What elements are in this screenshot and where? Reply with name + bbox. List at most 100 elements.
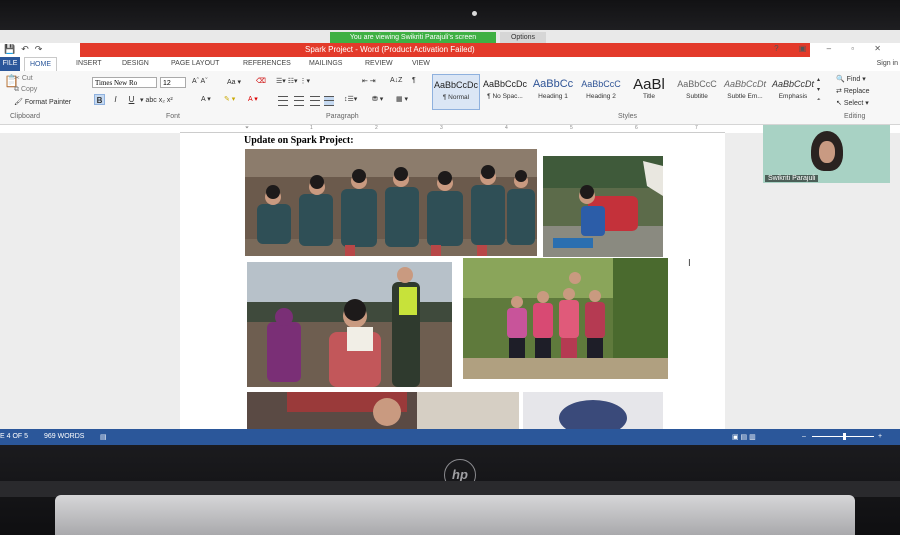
paragraph-group-label: Paragraph	[326, 113, 359, 120]
style-label: Heading 1	[538, 93, 568, 100]
tab-home[interactable]: HOME	[24, 57, 57, 71]
style-label: ¶ Normal	[442, 94, 470, 101]
participant-name: Swikriti Parajuli	[765, 175, 819, 182]
shading-icon[interactable]: ⛃ ▾	[372, 95, 383, 103]
format-painter-label: Format Painter	[24, 99, 72, 106]
quick-access-toolbar[interactable]: 💾↶↷	[4, 44, 48, 55]
screen-share-message: You are viewing Swikriti Parajuli's scre…	[330, 32, 496, 43]
photo-partial-bottom-right[interactable]	[523, 392, 663, 429]
cut-button[interactable]: ✂ Cut	[14, 74, 33, 82]
zoom-out-button[interactable]: –	[802, 433, 806, 440]
photo-school-children-group-image	[245, 149, 537, 256]
editing-group-label: Editing	[844, 113, 866, 120]
select-label: Select	[843, 100, 864, 107]
style-subtle-emphasis[interactable]: AaBbCcDt Subtle Em...	[721, 74, 769, 110]
window-title: Spark Project - Word (Product Activation…	[305, 45, 475, 54]
sort-icon[interactable]: A↓Z	[390, 77, 402, 84]
replace-icon: ⇄	[836, 88, 842, 95]
word-title-bar: 💾↶↷ Spark Project - Word (Product Activa…	[0, 43, 900, 57]
styles-gallery-scroll[interactable]: ▴ ▾ ⩡	[817, 75, 820, 105]
highlight-icon[interactable]: ✎ ▾	[224, 95, 235, 103]
align-left-icon[interactable]	[278, 96, 288, 106]
photo-school-children-group[interactable]	[245, 149, 537, 256]
tab-references[interactable]: REFERENCES	[243, 60, 291, 67]
italic-button[interactable]: I	[110, 94, 121, 105]
style-subtitle[interactable]: AaBbCcC Subtitle	[673, 74, 721, 110]
tab-file[interactable]: FILE	[0, 57, 20, 71]
underline-button[interactable]: U	[126, 94, 137, 105]
laptop-base	[55, 495, 855, 535]
style-title[interactable]: AaBl Title	[625, 74, 673, 110]
replace-button[interactable]: ⇄ Replace	[836, 87, 870, 95]
tab-review[interactable]: REVIEW	[365, 60, 393, 67]
style-label: Title	[642, 93, 656, 100]
style-heading-2[interactable]: AaBbCcC Heading 2	[577, 74, 625, 110]
line-spacing-icon[interactable]: ↕☰▾	[344, 95, 357, 103]
photo-woman-with-backpacks[interactable]	[543, 156, 663, 257]
photo-partial-bottom-left[interactable]	[247, 392, 519, 429]
word-count[interactable]: 969 WORDS	[44, 433, 84, 440]
text-cursor-icon: I	[688, 258, 691, 269]
bullets-numbering-icons[interactable]: ☰▾ ☷▾ ⋮▾	[276, 77, 310, 85]
style-normal[interactable]: AaBbCcDc ¶ Normal	[432, 74, 480, 110]
font-name-select[interactable]: Times New Ro	[92, 77, 157, 88]
photo-woman-with-backpacks-image	[543, 156, 663, 257]
find-label: Find	[846, 76, 861, 83]
zoom-in-button[interactable]: +	[878, 433, 882, 440]
style-no-spacing[interactable]: AaBbCcDc ¶ No Spac...	[481, 74, 529, 110]
grow-shrink-font-buttons[interactable]: Aˆ Aˇ	[192, 78, 208, 85]
window-controls[interactable]: ? ▣ – ▫ ✕	[774, 44, 890, 53]
sign-in-link[interactable]: Sign in	[877, 60, 898, 67]
scissors-icon: ✂	[14, 75, 20, 82]
align-right-icon[interactable]	[310, 96, 320, 106]
laptop-bezel-bottom: hp	[0, 445, 900, 535]
ribbon-home: 📋 ✂ Cut ⧉ Copy 🖌 Format Painter Clipboar…	[0, 71, 900, 125]
styles-group-label: Styles	[618, 113, 638, 120]
copy-button[interactable]: ⧉ Copy	[14, 86, 37, 94]
zoom-slider-thumb[interactable]	[843, 433, 846, 440]
tab-page-layout[interactable]: PAGE LAYOUT	[171, 60, 219, 67]
ruler-indent-marker-icon[interactable]: ⏷	[245, 125, 249, 131]
align-center-icon[interactable]	[294, 96, 304, 106]
style-heading-1[interactable]: AaBbCc Heading 1	[529, 74, 577, 110]
font-size-select[interactable]: 12	[160, 77, 186, 88]
bold-button[interactable]: B	[94, 94, 105, 105]
proofing-icon[interactable]: ▤	[100, 433, 107, 441]
ribbon-tabs: FILE HOME INSERT DESIGN PAGE LAYOUT REFE…	[0, 57, 900, 71]
photo-girl-reading-paper[interactable]	[247, 262, 452, 387]
find-button[interactable]: 🔍 Find ▾	[836, 75, 866, 83]
clear-formatting-icon[interactable]: ⌫	[256, 77, 266, 85]
participant-video-tile[interactable]: Swikriti Parajuli	[763, 125, 890, 183]
webcam	[472, 11, 477, 16]
tab-insert[interactable]: INSERT	[76, 60, 102, 67]
text-effects-icon[interactable]: A ▾	[201, 95, 211, 103]
document-page[interactable]: Update on Spark Project:	[180, 133, 725, 429]
ruler-mark: 4	[505, 125, 508, 131]
style-label: Subtitle	[686, 93, 708, 100]
tab-mailings[interactable]: MAILINGS	[309, 60, 342, 67]
style-label: Emphasis	[778, 93, 808, 100]
style-emphasis[interactable]: AaBbCcDt Emphasis	[769, 74, 817, 110]
screen-share-options-button[interactable]: Options	[500, 32, 546, 43]
strikethrough-sub-superscript-buttons[interactable]: ▾ abc x₂ x²	[140, 96, 173, 104]
format-painter-button[interactable]: 🖌 Format Painter	[14, 98, 71, 106]
participant-avatar	[811, 131, 843, 171]
horizontal-ruler[interactable]: ⏷ 1 2 3 4 5 6 7	[180, 125, 725, 133]
laptop-bezel-top	[0, 0, 900, 30]
cut-label: Cut	[21, 75, 33, 82]
font-group-label: Font	[166, 113, 181, 120]
justify-icon[interactable]	[324, 96, 334, 106]
borders-icon[interactable]: ▦ ▾	[396, 95, 408, 103]
replace-label: Replace	[843, 88, 870, 95]
tab-view[interactable]: VIEW	[412, 60, 430, 67]
tab-design[interactable]: DESIGN	[122, 60, 149, 67]
change-case-button[interactable]: Aa ▾	[227, 78, 241, 86]
font-color-icon[interactable]: A ▾	[248, 95, 258, 103]
show-marks-icon[interactable]: ¶	[412, 77, 416, 84]
indent-icons[interactable]: ⇤ ⇥	[362, 77, 376, 85]
clipboard-group-label: Clipboard	[10, 113, 40, 120]
page-count[interactable]: E 4 OF 5	[0, 433, 28, 440]
photo-children-in-forest[interactable]	[463, 258, 668, 379]
view-mode-icons[interactable]: ▣ ▤ ▥	[732, 433, 756, 441]
select-button[interactable]: ↖ Select ▾	[836, 99, 869, 107]
